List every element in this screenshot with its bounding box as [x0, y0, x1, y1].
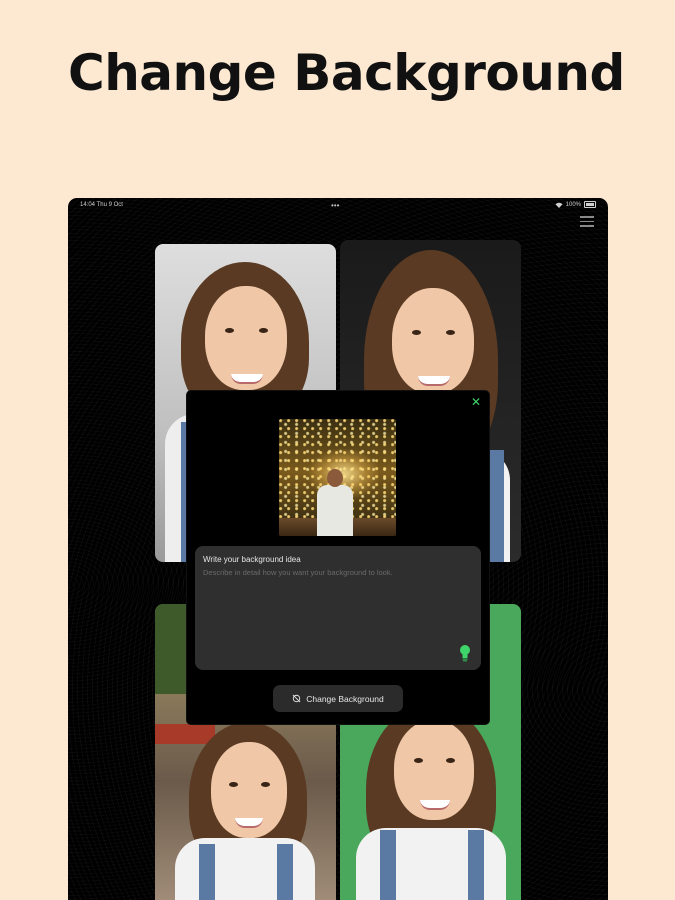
wifi-icon [555, 202, 563, 208]
lightbulb-icon[interactable] [459, 644, 471, 662]
status-indicators: 100% [555, 201, 596, 208]
promo-title: Change Background [68, 44, 625, 102]
prompt-label: Write your background idea [203, 555, 301, 564]
battery-icon [584, 201, 596, 208]
menu-icon[interactable] [580, 216, 594, 228]
background-preview-image [279, 419, 396, 536]
change-background-button[interactable]: Change Background [273, 685, 403, 712]
multitasking-dots[interactable]: ••• [331, 201, 339, 210]
refresh-icon [292, 694, 301, 703]
change-background-button-label: Change Background [306, 693, 384, 704]
device-screen: 14:04 Thu 9 Oct ••• 100% ✕ Write your ba… [68, 198, 608, 900]
prompt-box: Write your background idea [195, 546, 481, 670]
status-bar: 14:04 Thu 9 Oct ••• 100% [68, 198, 608, 212]
background-idea-input[interactable] [203, 568, 471, 648]
battery-percent: 100% [565, 201, 581, 208]
change-background-dialog: ✕ Write your background idea Change Back… [187, 391, 489, 724]
status-time: 14:04 Thu 9 Oct [80, 202, 123, 208]
close-icon[interactable]: ✕ [470, 396, 482, 408]
